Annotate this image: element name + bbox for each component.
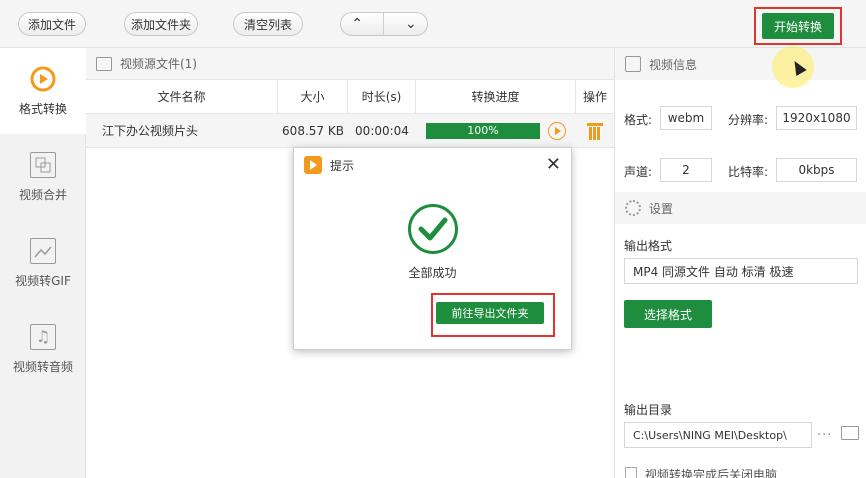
settings-title: 设置 [649, 201, 674, 216]
video-merge-icon [30, 151, 56, 178]
move-down-icon[interactable]: ⌄ [405, 16, 417, 32]
folder-icon[interactable] [841, 426, 859, 440]
channel-field: 2 [660, 158, 712, 182]
nav-format-convert[interactable]: 格式转换 [0, 48, 86, 134]
audio-icon: ♫ [30, 323, 56, 350]
file-source-title: 视频源文件(1) [120, 57, 197, 71]
col-size: 大小 [278, 80, 348, 113]
format-field: webm [660, 106, 712, 130]
divider [383, 13, 385, 35]
video-info-icon [625, 56, 641, 72]
dialog-message: 全部成功 [408, 266, 457, 280]
shutdown-checkbox[interactable] [625, 467, 637, 478]
actions-cell [576, 114, 614, 147]
progress-bar: 100% [426, 122, 540, 139]
nav-label: 视频转音频 [12, 359, 73, 374]
channel-label: 声道: [624, 165, 653, 179]
format-convert-icon [30, 66, 56, 92]
output-dir-field[interactable]: C:\Users\NING MEI\Desktop\ [624, 422, 812, 448]
move-buttons: ⌃ ⌄ [340, 12, 428, 36]
nav-label: 视频转GIF [15, 273, 71, 288]
bitrate-label: 比特率: [728, 165, 769, 179]
col-progress: 转换进度 [416, 80, 576, 113]
table-row[interactable]: 江下办公视频片头 608.57 KB 00:00:04 100% [86, 114, 614, 148]
highlight-box [431, 293, 555, 337]
output-dir-label: 输出目录 [624, 403, 673, 417]
select-format-button[interactable]: 选择格式 [624, 300, 712, 328]
gear-icon [625, 200, 641, 216]
nav-label: 格式转换 [18, 101, 67, 116]
dialog-title: 提示 [330, 158, 355, 173]
nav-label: 视频合并 [18, 187, 67, 202]
right-panel: 视频信息 格式: webm 分辨率: 1920x1080 声道: 2 比特率: … [614, 48, 866, 478]
close-icon[interactable]: ✕ [546, 156, 561, 174]
video-info-header: 视频信息 [615, 48, 866, 80]
play-icon[interactable] [548, 121, 566, 140]
file-name: 江下办公视频片头 [102, 124, 199, 138]
app-logo-icon [304, 156, 322, 174]
check-icon [408, 204, 458, 254]
bitrate-field: 0kbps [776, 158, 857, 182]
video-file-icon [96, 56, 112, 71]
resolution-field: 1920x1080 [776, 106, 857, 130]
output-format-field[interactable]: MP4 同源文件 自动 标清 极速 [624, 258, 858, 284]
add-file-button[interactable]: 添加文件 [18, 12, 86, 36]
progress-cell: 100% [416, 114, 576, 147]
move-up-icon[interactable]: ⌃ [351, 16, 363, 32]
file-size: 608.57 KB [282, 123, 344, 138]
nav-video-merge[interactable]: 视频合并 [0, 134, 86, 220]
resolution-label: 分辨率: [728, 113, 769, 127]
more-icon[interactable]: ··· [817, 428, 832, 443]
file-source-header: 视频源文件(1) [86, 48, 614, 80]
nav-video-gif[interactable]: 视频转GIF [0, 220, 86, 306]
file-table-header: 文件名称 大小 时长(s) 转换进度 操作 [86, 80, 614, 114]
trash-icon[interactable] [587, 122, 603, 140]
add-folder-button[interactable]: 添加文件夹 [124, 12, 198, 36]
file-duration: 00:00:04 [355, 123, 409, 138]
col-name: 文件名称 [86, 80, 278, 113]
clear-list-button[interactable]: 清空列表 [233, 12, 303, 36]
output-format-label: 输出格式 [624, 239, 673, 253]
settings-header: 设置 [615, 192, 866, 224]
dialog-titlebar: 提示 [294, 148, 571, 182]
note-glyph: ♫ [35, 327, 51, 346]
col-actions: 操作 [582, 90, 607, 104]
left-nav: 格式转换 视频合并 视频转GIF ♫ 视频转音频 [0, 48, 86, 478]
nav-video-audio[interactable]: ♫ 视频转音频 [0, 306, 86, 392]
col-duration: 时长(s) [348, 80, 416, 113]
format-label: 格式: [624, 113, 653, 127]
gif-icon [30, 237, 56, 264]
video-info-title: 视频信息 [649, 57, 698, 72]
shutdown-label: 视频转换完成后关闭电脑 [645, 468, 778, 478]
